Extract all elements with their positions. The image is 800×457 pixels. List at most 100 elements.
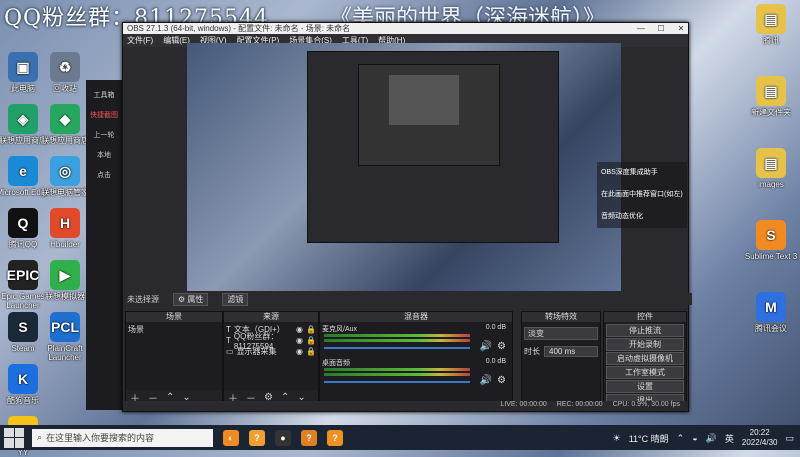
speaker-icon[interactable]: 🔊 <box>480 375 492 386</box>
desktop-icon[interactable]: S Sublime Text 3 <box>742 220 800 261</box>
minimize-icon[interactable]: — <box>634 24 648 33</box>
desktop-icon[interactable]: M 腾讯会议 <box>742 292 800 333</box>
transitions-dock: 转场特效 淡变 时长 400 ms <box>521 311 601 405</box>
stop-streaming-button[interactable]: 停止推流 <box>606 324 684 337</box>
gear-icon[interactable]: ⚙ <box>497 341 506 352</box>
source-name: 显示器采集 <box>236 347 277 356</box>
app-icon: ◈ <box>8 104 38 134</box>
transition-select[interactable]: 淡变 <box>524 327 598 340</box>
no-source-selected: 未选择源 <box>127 294 159 304</box>
cpu-fps: CPU: 0.9%, 30.00 fps <box>612 401 680 408</box>
input-method[interactable]: 英 <box>725 432 734 445</box>
volume-meter <box>324 339 470 342</box>
speaker-icon[interactable]: 🔊 <box>480 341 492 352</box>
weather-icon[interactable]: ☀ <box>613 433 621 444</box>
notification-icon[interactable]: ▭ <box>785 433 794 444</box>
transition-dock-title: 转场特效 <box>522 312 600 322</box>
maximize-icon[interactable]: ☐ <box>654 24 668 33</box>
desktop-icon[interactable]: ▤ images <box>742 148 800 189</box>
mixer-dock-title: 混音器 <box>320 312 512 322</box>
app-icon: ♻ <box>50 52 80 82</box>
monitor-source-icon: ▭ <box>226 347 234 356</box>
menu-edit[interactable]: 编辑(E) <box>163 35 190 46</box>
obs-titlebar: OBS 27.1.3 (64-bit, windows) - 配置文件: 未命名… <box>123 23 688 34</box>
virtual-camera-button[interactable]: 启动虚拟摄像机 <box>606 352 684 365</box>
app-icon: M <box>756 292 786 322</box>
taskbar-app-icon[interactable]: ? <box>301 429 317 446</box>
app-icon: ▤ <box>756 76 786 106</box>
duration-label: 时长 <box>524 347 540 356</box>
eye-icon[interactable]: ◉ <box>296 347 303 356</box>
taskbar-app-icon[interactable]: ? <box>249 429 265 446</box>
close-icon[interactable]: ✕ <box>674 24 688 33</box>
chevron-up-icon[interactable]: ⌃ <box>677 433 685 444</box>
volume-icon[interactable]: 🔊 <box>706 433 717 444</box>
channel-name: 桌面音频 <box>322 360 350 367</box>
app-icon: ▤ <box>756 4 786 34</box>
source-item[interactable]: ▭ 显示器采集 ◉ 🔒 <box>226 346 316 357</box>
audio-mixer-dock: 混音器 麦克风/Aux 0.0 dB 🔊 ⚙ 桌面音频 0.0 dB 🔊 ⚙ <box>319 311 513 405</box>
scene-item[interactable]: 场景 <box>128 324 220 335</box>
windows-start-icon[interactable] <box>4 427 24 448</box>
desktop-icon[interactable]: ▤ 腾讯 <box>742 4 800 45</box>
lock-icon[interactable]: 🔒 <box>306 325 316 334</box>
eye-icon[interactable]: ◉ <box>296 336 303 345</box>
rec-timer: REC: 00:00:00 <box>556 401 603 408</box>
side-toolbar-item[interactable]: 上一轮 <box>86 130 122 140</box>
clock-date: 2022/4/30 <box>741 438 778 447</box>
app-icon: K <box>8 364 38 394</box>
network-icon[interactable]: ◒ <box>692 433 697 443</box>
duration-input[interactable]: 400 ms <box>544 346 598 357</box>
helper-menu-item[interactable]: 音频动态优化 <box>597 206 687 228</box>
gear-icon[interactable]: ⚙ <box>497 375 506 386</box>
helper-menu-item[interactable]: 在此画面中推荐窗口(如左) <box>597 184 687 206</box>
app-icon: S <box>8 312 38 342</box>
nested-obs-window <box>307 51 559 243</box>
start-recording-button[interactable]: 开始录制 <box>606 338 684 351</box>
app-icon: ◆ <box>50 104 80 134</box>
app-icon: Q <box>8 208 38 238</box>
weather-text[interactable]: 11°C 晴朗 <box>629 432 669 445</box>
lock-icon[interactable]: 🔒 <box>306 336 316 345</box>
scenes-dock: 场景 场景 ＋ － ⌃ ⌄ <box>125 311 223 405</box>
taskbar-app-icon[interactable]: ◐ <box>223 429 239 446</box>
live-timer: LIVE: 00:00:00 <box>500 401 547 408</box>
channel-db: 0.0 dB <box>485 324 506 331</box>
nested-obs-window-3 <box>389 75 459 125</box>
taskbar-search-box[interactable]: ⌕ 在这里输入你要搜索的内容 <box>32 428 213 447</box>
volume-slider[interactable] <box>324 381 470 383</box>
side-toolbar-item[interactable]: 点击 <box>86 170 122 180</box>
scenes-dock-title: 场景 <box>126 312 222 322</box>
settings-button[interactable]: 设置 <box>606 380 684 393</box>
taskbar-clock[interactable]: 20:22 2022/4/30 <box>742 428 778 448</box>
source-toolbar: 未选择源 ⚙ 属性 滤镜 <box>123 292 692 306</box>
windows-taskbar: ⌕ 在这里输入你要搜索的内容 ◐? ●?? ☀ 11°C 晴朗 ⌃ ◒ 🔊 英 2… <box>0 425 800 450</box>
side-toolbar: 工具箱 快捷截图 上一轮 本地 点击 <box>86 80 122 410</box>
controls-dock-title: 控件 <box>604 312 686 322</box>
mixer-channel: 桌面音频 0.0 dB 🔊 ⚙ <box>322 358 510 392</box>
desktop-icon[interactable]: ▤ 新建文件夹 <box>742 76 800 117</box>
lock-icon[interactable]: 🔒 <box>306 347 316 356</box>
side-toolbar-item[interactable]: 快捷截图 <box>86 110 122 120</box>
filters-button[interactable]: 滤镜 <box>222 292 249 306</box>
properties-button[interactable]: ⚙ 属性 <box>173 292 209 306</box>
source-item[interactable]: T QQ粉丝群：811275594 ◉ 🔒 <box>226 332 316 351</box>
desktop-icon[interactable]: K 酷狗音乐 <box>0 364 52 405</box>
side-toolbar-item[interactable]: 本地 <box>86 150 122 160</box>
desktop-icon-label: 腾讯 <box>763 36 779 45</box>
desktop-icon-label: Sublime Text 3 <box>744 252 798 261</box>
menu-file[interactable]: 文件(F) <box>127 35 153 46</box>
volume-meter <box>324 334 470 337</box>
app-icon: e <box>8 156 38 186</box>
taskbar-app-icon[interactable]: ● <box>275 429 291 446</box>
app-icon: S <box>756 220 786 250</box>
search-icon: ⌕ <box>37 432 43 442</box>
helper-menu-item[interactable]: OBS深度集成助手 <box>597 162 687 184</box>
studio-mode-button[interactable]: 工作室模式 <box>606 366 684 379</box>
side-toolbar-item[interactable]: 工具箱 <box>86 90 122 100</box>
taskbar-app-icon[interactable]: ? <box>327 429 343 446</box>
obs-preview[interactable] <box>187 43 621 291</box>
app-icon: ◎ <box>50 156 80 186</box>
eye-icon[interactable]: ◉ <box>296 325 303 334</box>
volume-slider[interactable] <box>324 347 470 349</box>
